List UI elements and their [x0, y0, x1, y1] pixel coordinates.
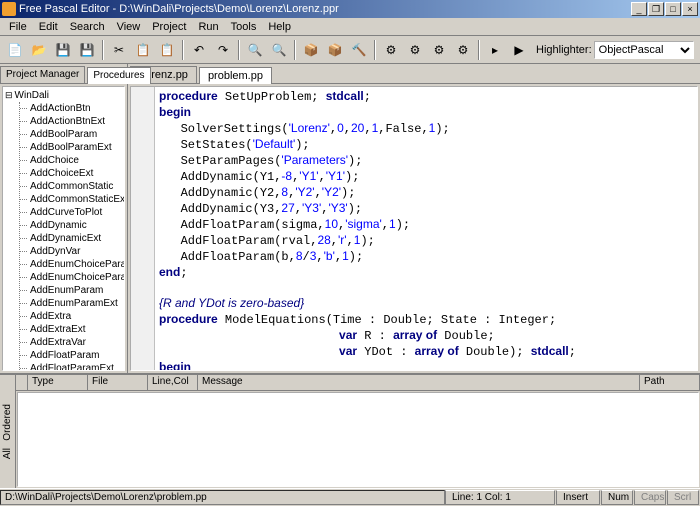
col-linecol[interactable]: Line,Col — [148, 375, 198, 390]
status-path: D:\WinDali\Projects\Demo\Lorenz\problem.… — [0, 490, 445, 505]
message-header: Type File Line,Col Message Path — [16, 375, 700, 391]
left-panel-tabs: Project ManagerProcedures — [0, 64, 127, 84]
copy-icon[interactable]: 📋 — [132, 39, 154, 61]
run1-icon[interactable]: ⚙ — [380, 39, 402, 61]
tree-item[interactable]: AddCurveToPlot — [20, 206, 122, 219]
message-list[interactable] — [17, 392, 699, 487]
status-position: Line: 1 Col: 1 — [445, 490, 555, 505]
menu-search[interactable]: Search — [64, 19, 111, 35]
col-file[interactable]: File — [88, 375, 148, 390]
tree-item[interactable]: AddEnumParam — [20, 284, 122, 297]
highlighter-label: Highlighter: — [536, 44, 592, 56]
saveall-icon[interactable]: 💾 — [76, 39, 98, 61]
tree-item[interactable]: AddBoolParamExt — [20, 141, 122, 154]
col-path[interactable]: Path — [640, 375, 700, 390]
menu-project[interactable]: Project — [146, 19, 192, 35]
tree-item[interactable]: AddDynamic — [20, 219, 122, 232]
save-icon[interactable]: 💾 — [52, 39, 74, 61]
tree-item[interactable]: AddEnumChoiceParam — [20, 258, 122, 271]
highlighter-select[interactable]: ObjectPascal — [594, 41, 694, 59]
tree-item[interactable]: AddCommonStaticExt — [20, 193, 122, 206]
build-icon[interactable]: 🔨 — [348, 39, 370, 61]
open-icon[interactable]: 📂 — [28, 39, 50, 61]
new-icon[interactable]: 📄 — [4, 39, 26, 61]
undo-icon[interactable]: ↶ — [188, 39, 210, 61]
tree-item[interactable]: AddDynamicExt — [20, 232, 122, 245]
left-tab-procedures[interactable]: Procedures — [87, 67, 150, 84]
status-insert: Insert — [556, 490, 600, 505]
title-bar: Free Pascal Editor - D:\WinDali\Projects… — [0, 0, 700, 18]
menu-help[interactable]: Help — [262, 19, 297, 35]
line-gutter — [131, 87, 155, 370]
paste-icon[interactable]: 📋 — [156, 39, 178, 61]
close-button[interactable]: × — [682, 2, 698, 16]
play-icon[interactable]: ▶ — [508, 39, 530, 61]
tree-item[interactable]: AddExtraExt — [20, 323, 122, 336]
app-icon — [2, 2, 16, 16]
toolbar: 📄📂💾💾✂📋📋↶↷🔍🔍📦📦🔨⚙⚙⚙⚙▸▶Highlighter:ObjectPa… — [0, 36, 700, 64]
gear2-icon[interactable]: ⚙ — [452, 39, 474, 61]
replace-icon[interactable]: 🔍 — [268, 39, 290, 61]
window-title: Free Pascal Editor - D:\WinDali\Projects… — [19, 3, 631, 15]
tab-ordered[interactable]: Ordered — [2, 400, 13, 445]
col-message[interactable]: Message — [198, 375, 640, 390]
tree-item[interactable]: AddDynVar — [20, 245, 122, 258]
menu-bar: FileEditSearchViewProjectRunToolsHelp — [0, 18, 700, 36]
tree-item[interactable]: AddExtra — [20, 310, 122, 323]
minimize-button[interactable]: _ — [631, 2, 647, 16]
status-scrl: Scrl — [667, 490, 699, 505]
step-icon[interactable]: ▸ — [484, 39, 506, 61]
status-num: Num — [601, 490, 633, 505]
tree-item[interactable]: AddFloatParamExt — [20, 362, 122, 371]
tree-item[interactable]: AddCommonStatic — [20, 180, 122, 193]
tab-all[interactable]: All — [2, 444, 13, 463]
editor-tabs: Lorenz.ppproblem.pp — [128, 64, 700, 84]
tree-item[interactable]: AddFloatParam — [20, 349, 122, 362]
window-controls: _ ❐ □ × — [631, 2, 698, 16]
restore-button[interactable]: ❐ — [648, 2, 664, 16]
menu-run[interactable]: Run — [192, 19, 224, 35]
left-panel: Project ManagerProcedures WinDali AddAct… — [0, 64, 128, 373]
maximize-button[interactable]: □ — [665, 2, 681, 16]
tree-item[interactable]: AddEnumChoiceParam — [20, 271, 122, 284]
proj2-icon[interactable]: 📦 — [324, 39, 346, 61]
code-editor[interactable]: procedure SetUpProblem; stdcall; begin S… — [155, 87, 697, 370]
workspace: Project ManagerProcedures WinDali AddAct… — [0, 64, 700, 373]
tree-item[interactable]: AddActionBtnExt — [20, 115, 122, 128]
menu-edit[interactable]: Edit — [33, 19, 64, 35]
message-panel: Ordered All Type File Line,Col Message P… — [0, 373, 700, 488]
cut-icon[interactable]: ✂ — [108, 39, 130, 61]
menu-file[interactable]: File — [3, 19, 33, 35]
tree-item[interactable]: AddChoice — [20, 154, 122, 167]
run2-icon[interactable]: ⚙ — [404, 39, 426, 61]
tree-item[interactable]: AddExtraVar — [20, 336, 122, 349]
menu-tools[interactable]: Tools — [225, 19, 263, 35]
redo-icon[interactable]: ↷ — [212, 39, 234, 61]
tree-item[interactable]: AddEnumParamExt — [20, 297, 122, 310]
status-bar: D:\WinDali\Projects\Demo\Lorenz\problem.… — [0, 488, 700, 506]
message-area: Type File Line,Col Message Path — [16, 375, 700, 488]
status-caps: Caps — [634, 490, 666, 505]
procedure-tree[interactable]: WinDali AddActionBtnAddActionBtnExtAddBo… — [3, 87, 124, 371]
procedure-tree-container: WinDali AddActionBtnAddActionBtnExtAddBo… — [2, 86, 125, 371]
message-panel-side-tabs: Ordered All — [0, 375, 16, 488]
menu-view[interactable]: View — [111, 19, 147, 35]
tree-item[interactable]: AddBoolParam — [20, 128, 122, 141]
tree-item[interactable]: AddActionBtn — [20, 102, 122, 115]
tree-root[interactable]: WinDali — [5, 89, 122, 102]
editor-panel: Lorenz.ppproblem.pp procedure SetUpProbl… — [128, 64, 700, 373]
code-editor-container: procedure SetUpProblem; stdcall; begin S… — [130, 86, 698, 371]
col-type[interactable]: Type — [28, 375, 88, 390]
left-tab-project-manager[interactable]: Project Manager — [0, 66, 85, 83]
tree-item[interactable]: AddChoiceExt — [20, 167, 122, 180]
col-expand[interactable] — [16, 375, 28, 390]
proj1-icon[interactable]: 📦 — [300, 39, 322, 61]
gear1-icon[interactable]: ⚙ — [428, 39, 450, 61]
find-icon[interactable]: 🔍 — [244, 39, 266, 61]
editor-tab[interactable]: problem.pp — [199, 67, 272, 84]
